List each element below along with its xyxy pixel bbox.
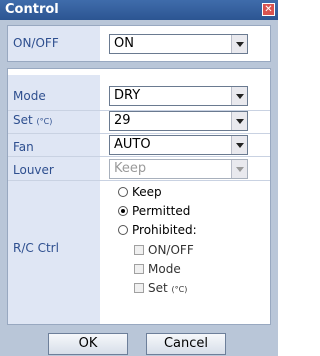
button-bar: OK Cancel	[0, 330, 278, 356]
row-divider	[8, 133, 270, 134]
rc-option-permitted-label: Permitted	[132, 204, 191, 218]
rc-sub-mode-label: Mode	[148, 262, 181, 276]
radio-selected-icon[interactable]	[118, 206, 128, 216]
dialog-title: Control	[5, 2, 59, 17]
chevron-down-icon	[231, 160, 247, 178]
power-select-value: ON	[114, 36, 134, 51]
rc-sub-onoff-label: ON/OFF	[148, 243, 194, 257]
close-icon[interactable]: ✕	[262, 3, 275, 16]
fan-label: Fan	[13, 140, 34, 154]
rc-sub-mode[interactable]: Mode	[134, 262, 181, 276]
fan-label-text: Fan	[13, 140, 34, 154]
checkbox-icon[interactable]	[134, 264, 144, 274]
mode-select[interactable]: DRY	[109, 86, 248, 106]
louver-label: Louver	[13, 163, 54, 177]
rc-option-keep-label: Keep	[132, 185, 162, 199]
row-divider	[8, 180, 270, 181]
control-dialog: Control ✕ ON/OFF ON Mode DRY Set (°C) 29	[0, 0, 278, 356]
rc-option-keep[interactable]: Keep	[118, 185, 162, 199]
power-label: ON/OFF	[8, 26, 100, 61]
checkbox-icon[interactable]	[134, 283, 144, 293]
set-unit: (°C)	[36, 117, 53, 126]
rc-sub-set[interactable]: Set (°C)	[134, 281, 187, 297]
power-panel: ON/OFF ON	[7, 25, 271, 62]
power-label-text: ON/OFF	[13, 36, 59, 50]
set-select[interactable]: 29	[109, 111, 248, 131]
rc-option-prohibited[interactable]: Prohibited:	[118, 223, 197, 237]
chevron-down-icon[interactable]	[231, 87, 247, 105]
mode-select-value: DRY	[114, 88, 141, 103]
set-label-text: Set	[13, 113, 33, 127]
title-bar[interactable]: Control ✕	[0, 0, 278, 20]
settings-panel: Mode DRY Set (°C) 29 Fan AUTO Louver Kee…	[7, 68, 271, 325]
rc-sub-set-label: Set	[148, 281, 168, 295]
fan-select-value: AUTO	[114, 137, 151, 152]
set-label: Set (°C)	[13, 113, 52, 129]
radio-icon[interactable]	[118, 225, 128, 235]
louver-select-value: Keep	[114, 161, 147, 176]
set-select-value: 29	[114, 113, 131, 128]
chevron-down-icon[interactable]	[231, 112, 247, 130]
ok-button[interactable]: OK	[48, 333, 128, 355]
row-divider	[8, 156, 270, 157]
fan-select[interactable]: AUTO	[109, 135, 248, 155]
mode-label-text: Mode	[13, 89, 46, 103]
rc-ctrl-label-text: R/C Ctrl	[13, 241, 59, 255]
radio-icon[interactable]	[118, 187, 128, 197]
mode-label: Mode	[13, 89, 46, 103]
checkbox-icon[interactable]	[134, 245, 144, 255]
rc-ctrl-label: R/C Ctrl	[13, 241, 59, 255]
cancel-button[interactable]: Cancel	[146, 333, 226, 355]
louver-label-text: Louver	[13, 163, 54, 177]
louver-select: Keep	[109, 159, 248, 179]
rc-sub-set-unit: (°C)	[171, 285, 188, 294]
chevron-down-icon[interactable]	[231, 136, 247, 154]
chevron-down-icon[interactable]	[231, 35, 247, 53]
rc-sub-onoff[interactable]: ON/OFF	[134, 243, 194, 257]
rc-option-permitted[interactable]: Permitted	[118, 204, 190, 218]
rc-option-prohibited-label: Prohibited:	[132, 223, 197, 237]
power-select[interactable]: ON	[109, 34, 248, 54]
